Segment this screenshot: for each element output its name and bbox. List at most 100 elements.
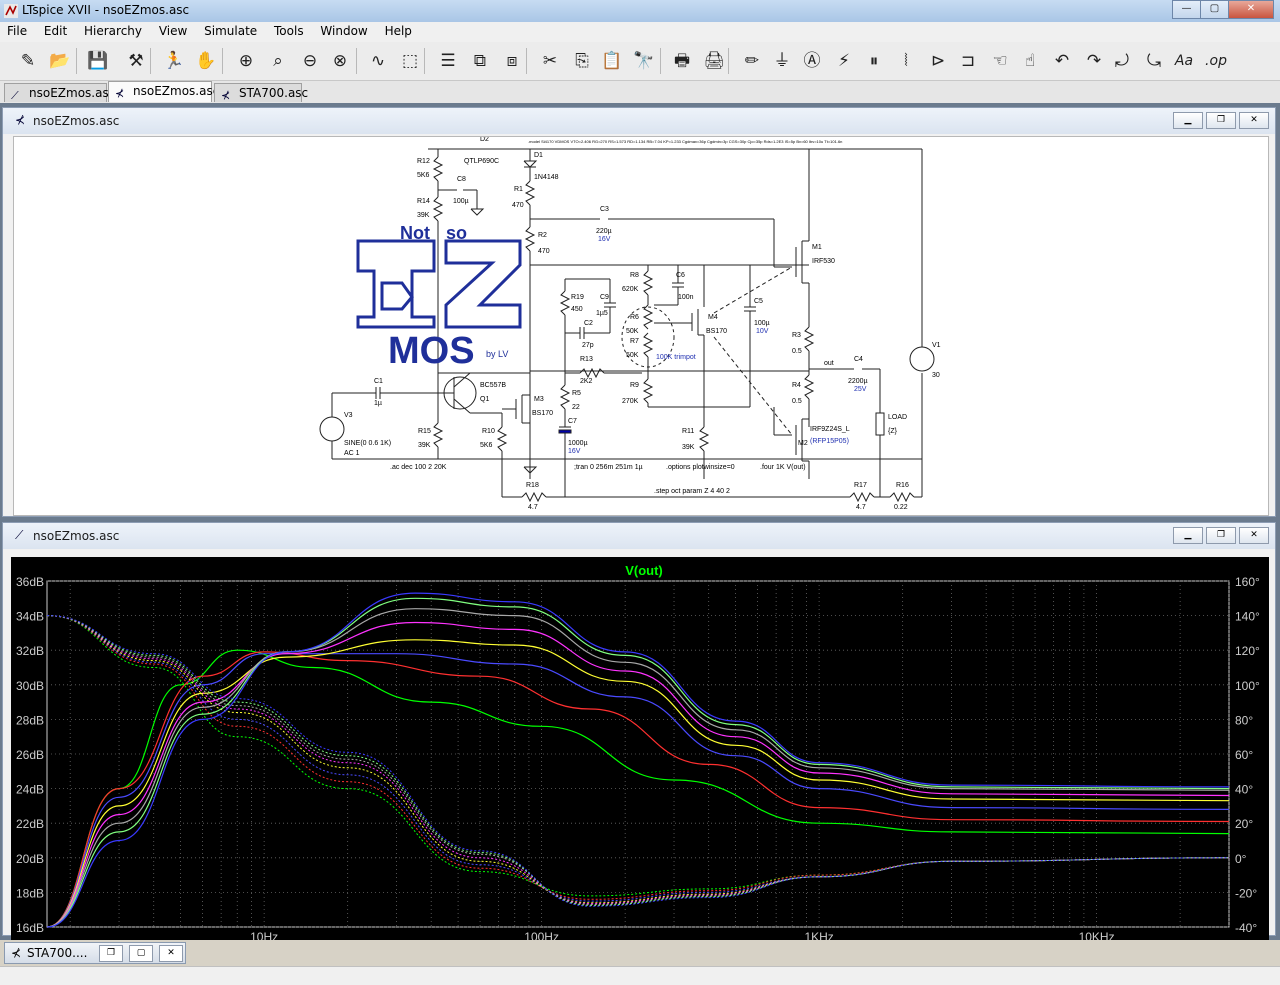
find-icon[interactable]: 🔭 (632, 50, 656, 72)
volt-C5[interactable]: 10V (756, 328, 769, 335)
schematic-close-button[interactable]: ✕ (1239, 112, 1269, 129)
val-R18[interactable]: 4.7 (528, 504, 538, 511)
ref-R13[interactable]: R13 (580, 356, 593, 363)
val-LOAD[interactable]: {Z} (888, 428, 898, 435)
val-R11[interactable]: 39K (682, 444, 695, 451)
val-R10[interactable]: 5K6 (480, 442, 493, 449)
menu-tools[interactable]: Tools (267, 22, 310, 38)
volt-C7[interactable]: 16V (568, 448, 581, 455)
print-setup-icon[interactable]: 🖨 (702, 50, 726, 72)
save-icon[interactable]: 💾 (86, 50, 110, 72)
undo-icon[interactable]: ↶ (1050, 50, 1074, 72)
menu-help[interactable]: Help (378, 22, 418, 38)
halt-icon[interactable]: ✋ (194, 50, 218, 72)
val-V3-ac[interactable]: AC 1 (344, 450, 360, 457)
ref-R10[interactable]: R10 (482, 428, 495, 435)
maximize-button[interactable]: ▢ (1200, 0, 1229, 19)
net-out-label[interactable]: out (824, 360, 834, 367)
ref-M4[interactable]: M4 (708, 314, 718, 321)
zoom-out-icon[interactable]: ⊖ (298, 50, 322, 72)
ref-V1[interactable]: V1 (932, 342, 941, 349)
new-schematic-icon[interactable]: ✎ (16, 50, 40, 72)
ref-C4[interactable]: C4 (854, 356, 863, 363)
run-icon[interactable]: 🏃 (162, 50, 186, 72)
move-icon[interactable]: ☜ (988, 50, 1012, 72)
tile-vertical-icon[interactable]: ⧈ (500, 50, 524, 72)
ref-R3[interactable]: R3 (792, 332, 801, 339)
val-C7[interactable]: 1000µ (568, 440, 588, 447)
val-M2[interactable]: IRF9Z24S_L (810, 426, 850, 433)
menu-hierarchy[interactable]: Hierarchy (77, 22, 148, 38)
val-C8[interactable]: 100µ (453, 198, 469, 205)
val-R5[interactable]: 22 (572, 404, 580, 411)
ref-R5[interactable]: R5 (572, 390, 581, 397)
drag-icon[interactable]: ☝ (1018, 50, 1042, 72)
ref-D1[interactable]: D1 (534, 152, 543, 159)
val-C2[interactable]: 27p (582, 342, 594, 349)
capacitor-icon[interactable]: ⏸ (862, 50, 886, 72)
ref-LOAD[interactable]: LOAD (888, 414, 907, 421)
val-R16[interactable]: 0.22 (894, 504, 908, 511)
menu-file[interactable]: File (0, 22, 33, 38)
ref-R9[interactable]: R9 (630, 382, 639, 389)
ref-R4[interactable]: R4 (792, 382, 801, 389)
volt-C3[interactable]: 16V (598, 236, 611, 243)
minimized-close-button[interactable]: ✕ (159, 945, 183, 962)
schematic-canvas[interactable]: Not so MOS by LV .model Si4170 VDMOS VTO… (13, 136, 1269, 516)
val-R13[interactable]: 2K2 (580, 378, 593, 385)
tab-nsoezmos-schematic[interactable]: ⊀ nsoEZmos.asc (108, 81, 219, 102)
wire-icon[interactable]: ✏ (740, 50, 764, 72)
cascade-icon[interactable]: ⧉ (468, 50, 492, 72)
schematic-minimize-button[interactable]: ▁ (1173, 112, 1203, 129)
ref-R17[interactable]: R17 (854, 482, 867, 489)
val-R1[interactable]: 470 (512, 202, 524, 209)
tab-nsoezmos-plot[interactable]: ⟋ nsoEZmos.asc (4, 83, 115, 102)
ref-R2[interactable]: R2 (538, 232, 547, 239)
directive-options[interactable]: .options plotwinsize=0 (666, 464, 735, 471)
label-net-icon[interactable]: Ⓐ (800, 50, 824, 72)
menu-window[interactable]: Window (313, 22, 373, 38)
waveform-minimize-button[interactable]: ▁ (1173, 527, 1203, 544)
ref-R8[interactable]: R8 (630, 272, 639, 279)
val-R19[interactable]: 450 (571, 306, 583, 313)
resistor-icon[interactable]: ⚡ (832, 50, 856, 72)
val-M3[interactable]: BS170 (532, 410, 553, 417)
ref-C9[interactable]: C9 (600, 294, 609, 301)
val-C1[interactable]: 1µ (374, 400, 382, 407)
val-M1[interactable]: IRF530 (812, 258, 835, 265)
directive-tran[interactable]: ;tran 0 256m 251m 1µ (574, 464, 643, 471)
val-C4[interactable]: 2200µ (848, 378, 868, 385)
waveform-plot[interactable]: 36dB 34dB 32dB 30dB 28dB 26dB 24dB 22dB 20dB 18dB… (11, 557, 1269, 941)
minimized-maximize-button[interactable]: ▢ (129, 945, 153, 962)
text-icon[interactable]: Aa (1172, 50, 1196, 72)
val-R6[interactable]: 50K (626, 328, 639, 335)
spice-directive-icon[interactable]: .op (1204, 50, 1228, 72)
control-panel-icon[interactable]: ⚒ (124, 50, 148, 72)
val-R4[interactable]: 0.5 (792, 398, 802, 405)
ref-R7[interactable]: R7 (630, 338, 639, 345)
schematic-restore-button[interactable]: ❐ (1206, 112, 1236, 129)
print-icon[interactable]: 🖶 (670, 50, 694, 72)
val-R8[interactable]: 620K (622, 286, 639, 293)
ref-R15[interactable]: R15 (418, 428, 431, 435)
open-icon[interactable]: 📂 (48, 50, 72, 72)
ref-C2[interactable]: C2 (584, 320, 593, 327)
ref-V3[interactable]: V3 (344, 412, 353, 419)
ref-C7[interactable]: C7 (568, 418, 577, 425)
pan-icon[interactable]: ⌕ (266, 50, 290, 72)
ref-R18[interactable]: R18 (526, 482, 539, 489)
ref-C3[interactable]: C3 (600, 206, 609, 213)
val-C6[interactable]: 100n (678, 294, 694, 301)
directive-ac[interactable]: .ac dec 100 2 20K (390, 464, 447, 471)
cut-icon[interactable]: ✂ (538, 50, 562, 72)
val-R3[interactable]: 0.5 (792, 348, 802, 355)
val-R15[interactable]: 39K (418, 442, 431, 449)
ref-R19[interactable]: R19 (571, 294, 584, 301)
val-R7[interactable]: 50K (626, 352, 639, 359)
val-R17[interactable]: 4.7 (856, 504, 866, 511)
tile-horizontal-icon[interactable]: ☰ (436, 50, 460, 72)
zoom-in-icon[interactable]: ⊕ (234, 50, 258, 72)
directive-four[interactable]: .four 1K V(out) (760, 464, 806, 471)
val-C9[interactable]: 1µ5 (596, 310, 608, 317)
inductor-icon[interactable]: ⦚ (894, 50, 918, 72)
